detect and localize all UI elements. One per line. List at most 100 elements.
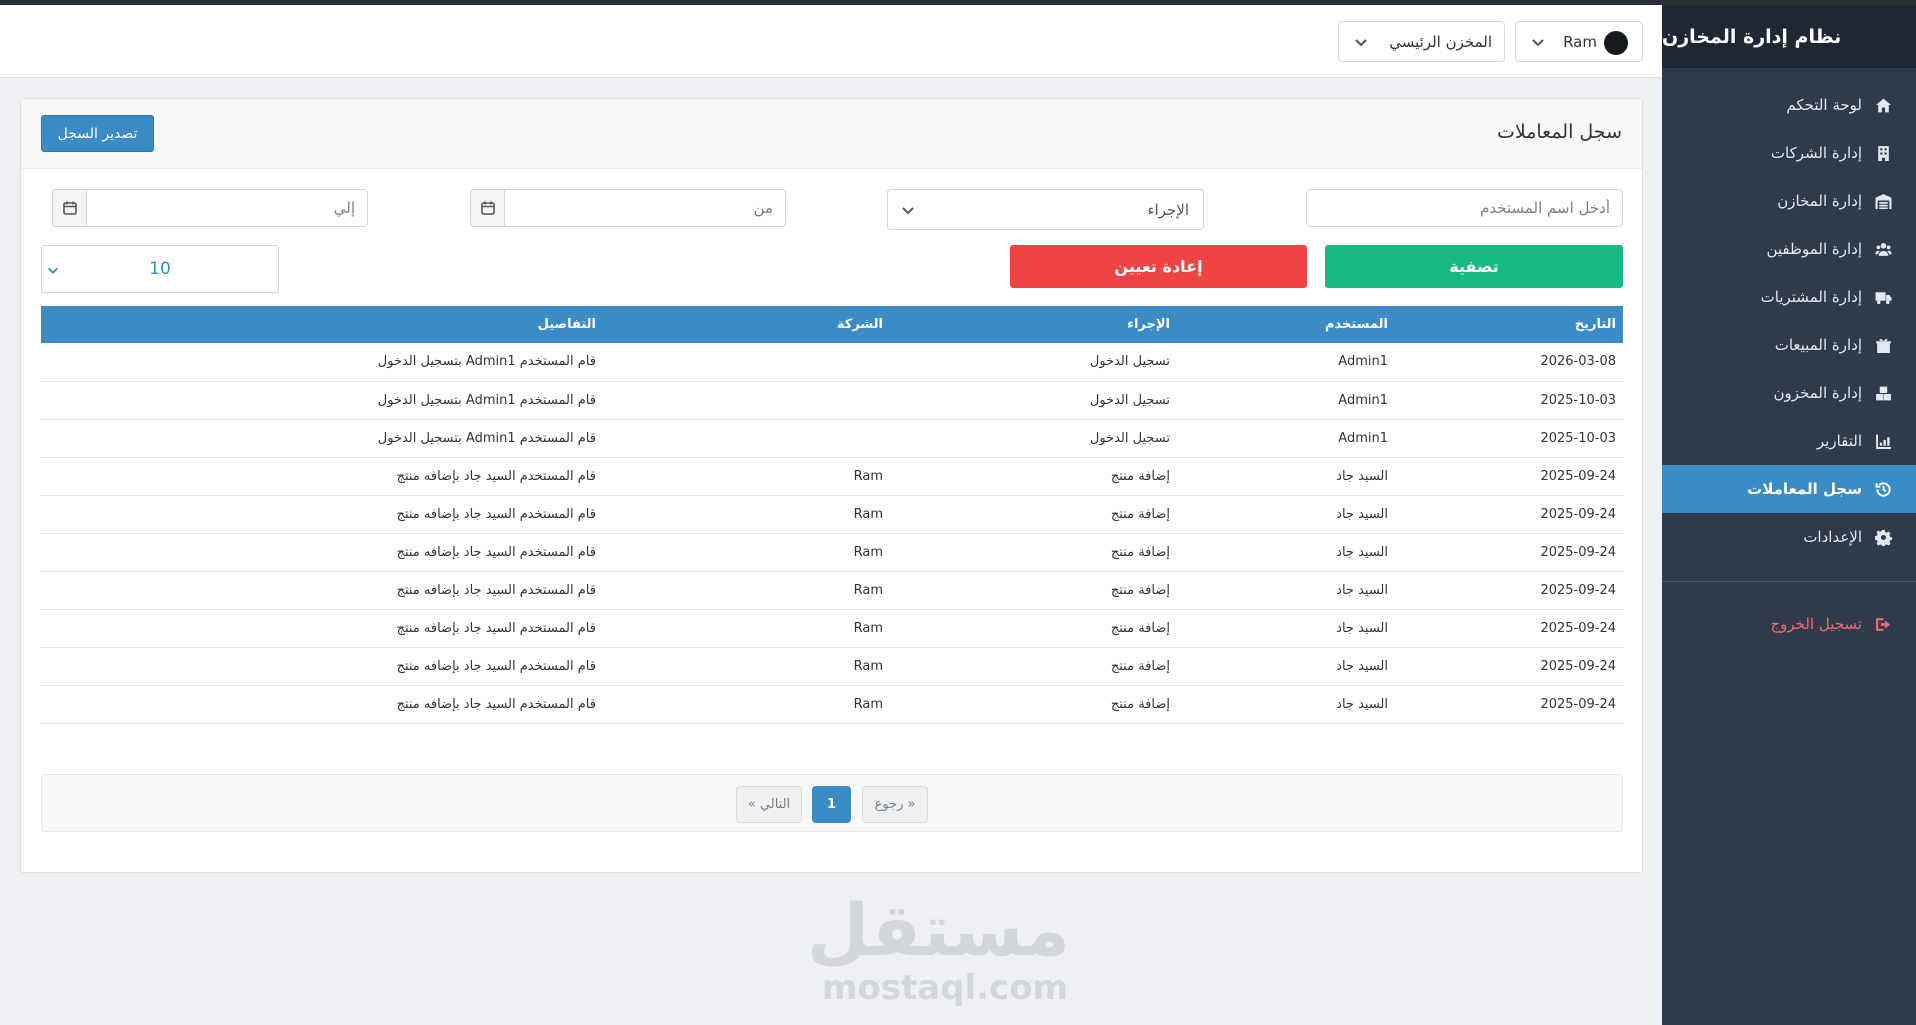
action-select[interactable]: الإجراء	[887, 189, 1204, 230]
page-size-value: 10	[149, 259, 171, 279]
avatar	[1604, 31, 1628, 55]
sidebar-item-purchases[interactable]: إدارة المشتريات	[1662, 273, 1916, 321]
building-icon	[1874, 144, 1892, 162]
sidebar-item-transactions[interactable]: سجل المعاملات	[1662, 465, 1916, 513]
cell-details: قام المستخدم السيد جاد بإضافه منتج	[41, 685, 603, 724]
sidebar-item-warehouses[interactable]: إدارة المخازن	[1662, 177, 1916, 225]
column-header-action[interactable]: الإجراء	[890, 306, 1177, 343]
cell-details: قام المستخدم السيد جاد بإضافه منتج	[41, 609, 603, 648]
watermark-arabic: مستقل	[806, 888, 1070, 972]
date-to-input[interactable]	[87, 190, 367, 226]
cell-user: السيد جاد	[1177, 609, 1395, 648]
sidebar-item-label: التقارير	[1816, 432, 1862, 450]
table-row: 2025-09-24 السيد جاد إضافة منتج Ram قام …	[41, 495, 1623, 534]
card-header: سجل المعاملات تصدير السجل	[21, 99, 1642, 169]
sidebar-item-settings[interactable]: الإعدادات	[1662, 513, 1916, 561]
sidebar-item-label: إدارة الشركات	[1770, 144, 1862, 162]
cell-action: تسجيل الدخول	[890, 381, 1177, 420]
cell-date: 2025-09-24	[1395, 685, 1623, 724]
cell-user: Admin1	[1177, 381, 1395, 420]
sidebar-item-sales[interactable]: إدارة المبيعات	[1662, 321, 1916, 369]
cell-action: إضافة منتج	[890, 533, 1177, 572]
page-size-select[interactable]: 10	[41, 245, 279, 293]
chevron-down-icon	[1353, 34, 1369, 50]
boxes-icon	[1874, 384, 1892, 402]
sidebar-item-inventory[interactable]: إدارة المخزون	[1662, 369, 1916, 417]
date-from-input[interactable]	[505, 190, 785, 226]
sidebar-item-reports[interactable]: التقارير	[1662, 417, 1916, 465]
cell-action: تسجيل الدخول	[890, 419, 1177, 458]
warehouse-select[interactable]: المخزن الرئيسي	[1338, 21, 1505, 62]
cell-company: Ram	[603, 533, 890, 572]
cell-user: السيد جاد	[1177, 647, 1395, 686]
cell-action: إضافة منتج	[890, 685, 1177, 724]
username-input[interactable]	[1307, 190, 1622, 226]
date-from-field[interactable]	[470, 189, 786, 227]
cell-details: قام المستخدم السيد جاد بإضافه منتج	[41, 495, 603, 534]
sidebar-item-dashboard[interactable]: لوحة التحكم	[1662, 81, 1916, 129]
username-field[interactable]	[1306, 189, 1623, 227]
cell-company: Ram	[603, 609, 890, 648]
pagination: « رجوع 1 التالي »	[41, 774, 1623, 832]
sidebar-nav: لوحة التحكم إدارة الشركات إدارة المخازن …	[1662, 81, 1916, 648]
cell-details: قام المستخدم Admin1 بتسجيل الدخول	[41, 381, 603, 420]
pagination-next-button[interactable]: التالي »	[736, 786, 802, 823]
cell-company	[603, 419, 890, 458]
cell-details: قام المستخدم السيد جاد بإضافه منتج	[41, 457, 603, 496]
calendar-icon[interactable]	[471, 190, 505, 226]
user-name: Ram	[1563, 33, 1597, 51]
sidebar-item-label: إدارة الموظفين	[1766, 240, 1862, 258]
export-log-button[interactable]: تصدير السجل	[41, 115, 154, 152]
user-menu[interactable]: Ram	[1515, 21, 1643, 62]
sidebar-item-label: سجل المعاملات	[1747, 480, 1862, 498]
column-header-date[interactable]: التاريخ	[1395, 306, 1623, 343]
sign-out-icon	[1874, 615, 1892, 633]
pagination-current-page[interactable]: 1	[812, 786, 851, 823]
sidebar-item-label: لوحة التحكم	[1786, 96, 1862, 114]
sidebar-item-employees[interactable]: إدارة الموظفين	[1662, 225, 1916, 273]
sidebar-item-logout[interactable]: تسجيل الخروج	[1662, 600, 1916, 648]
watermark-latin: mostaql.com	[821, 968, 1069, 1008]
cell-date: 2025-10-03	[1395, 419, 1623, 458]
gear-icon	[1874, 528, 1892, 546]
column-header-company[interactable]: الشركة	[603, 306, 890, 343]
cell-company: Ram	[603, 457, 890, 496]
action-select-value: الإجراء	[1147, 201, 1190, 219]
table-row: 2025-09-24 السيد جاد إضافة منتج Ram قام …	[41, 457, 1623, 496]
reset-button[interactable]: إعادة تعيين	[1010, 245, 1307, 288]
sidebar-item-companies[interactable]: إدارة الشركات	[1662, 129, 1916, 177]
cell-details: قام المستخدم Admin1 بتسجيل الدخول	[41, 419, 603, 458]
cell-date: 2026-03-08	[1395, 343, 1623, 382]
cell-user: Admin1	[1177, 343, 1395, 382]
cell-company: Ram	[603, 495, 890, 534]
cell-action: إضافة منتج	[890, 571, 1177, 610]
app-brand: نظام إدارة المخازن	[1662, 5, 1916, 68]
chevron-down-icon	[900, 202, 916, 218]
column-header-details[interactable]: التفاصيل	[41, 306, 603, 343]
cell-details: قام المستخدم السيد جاد بإضافه منتج	[41, 571, 603, 610]
filter-button[interactable]: تصفية	[1325, 245, 1623, 288]
calendar-icon[interactable]	[53, 190, 87, 226]
cell-company: Ram	[603, 647, 890, 686]
cell-action: تسجيل الدخول	[890, 343, 1177, 382]
date-to-field[interactable]	[52, 189, 368, 227]
cell-company	[603, 381, 890, 420]
transactions-table: التاريخ المستخدم الإجراء الشركة التفاصيل…	[41, 306, 1623, 724]
table-row: 2025-09-24 السيد جاد إضافة منتج Ram قام …	[41, 685, 1623, 724]
transactions-card: سجل المعاملات تصدير السجل الإجراء تصفية …	[20, 98, 1643, 873]
page-title: سجل المعاملات	[1496, 121, 1622, 143]
sidebar-item-label: إدارة المخازن	[1777, 192, 1862, 210]
app-title: نظام إدارة المخازن	[1662, 25, 1842, 48]
column-header-user[interactable]: المستخدم	[1177, 306, 1395, 343]
users-icon	[1874, 240, 1892, 258]
table-row: 2025-10-03 Admin1 تسجيل الدخول قام المست…	[41, 381, 1623, 420]
sidebar-item-label: إدارة المشتريات	[1760, 288, 1862, 306]
cell-action: إضافة منتج	[890, 495, 1177, 534]
table-row: 2025-09-24 السيد جاد إضافة منتج Ram قام …	[41, 609, 1623, 648]
pagination-prev-button[interactable]: « رجوع	[862, 786, 928, 823]
table-header-row: التاريخ المستخدم الإجراء الشركة التفاصيل	[41, 306, 1623, 343]
cell-action: إضافة منتج	[890, 647, 1177, 686]
cell-date: 2025-09-24	[1395, 457, 1623, 496]
warehouse-name: المخزن الرئيسي	[1389, 33, 1492, 51]
sidebar-divider	[1662, 581, 1916, 582]
